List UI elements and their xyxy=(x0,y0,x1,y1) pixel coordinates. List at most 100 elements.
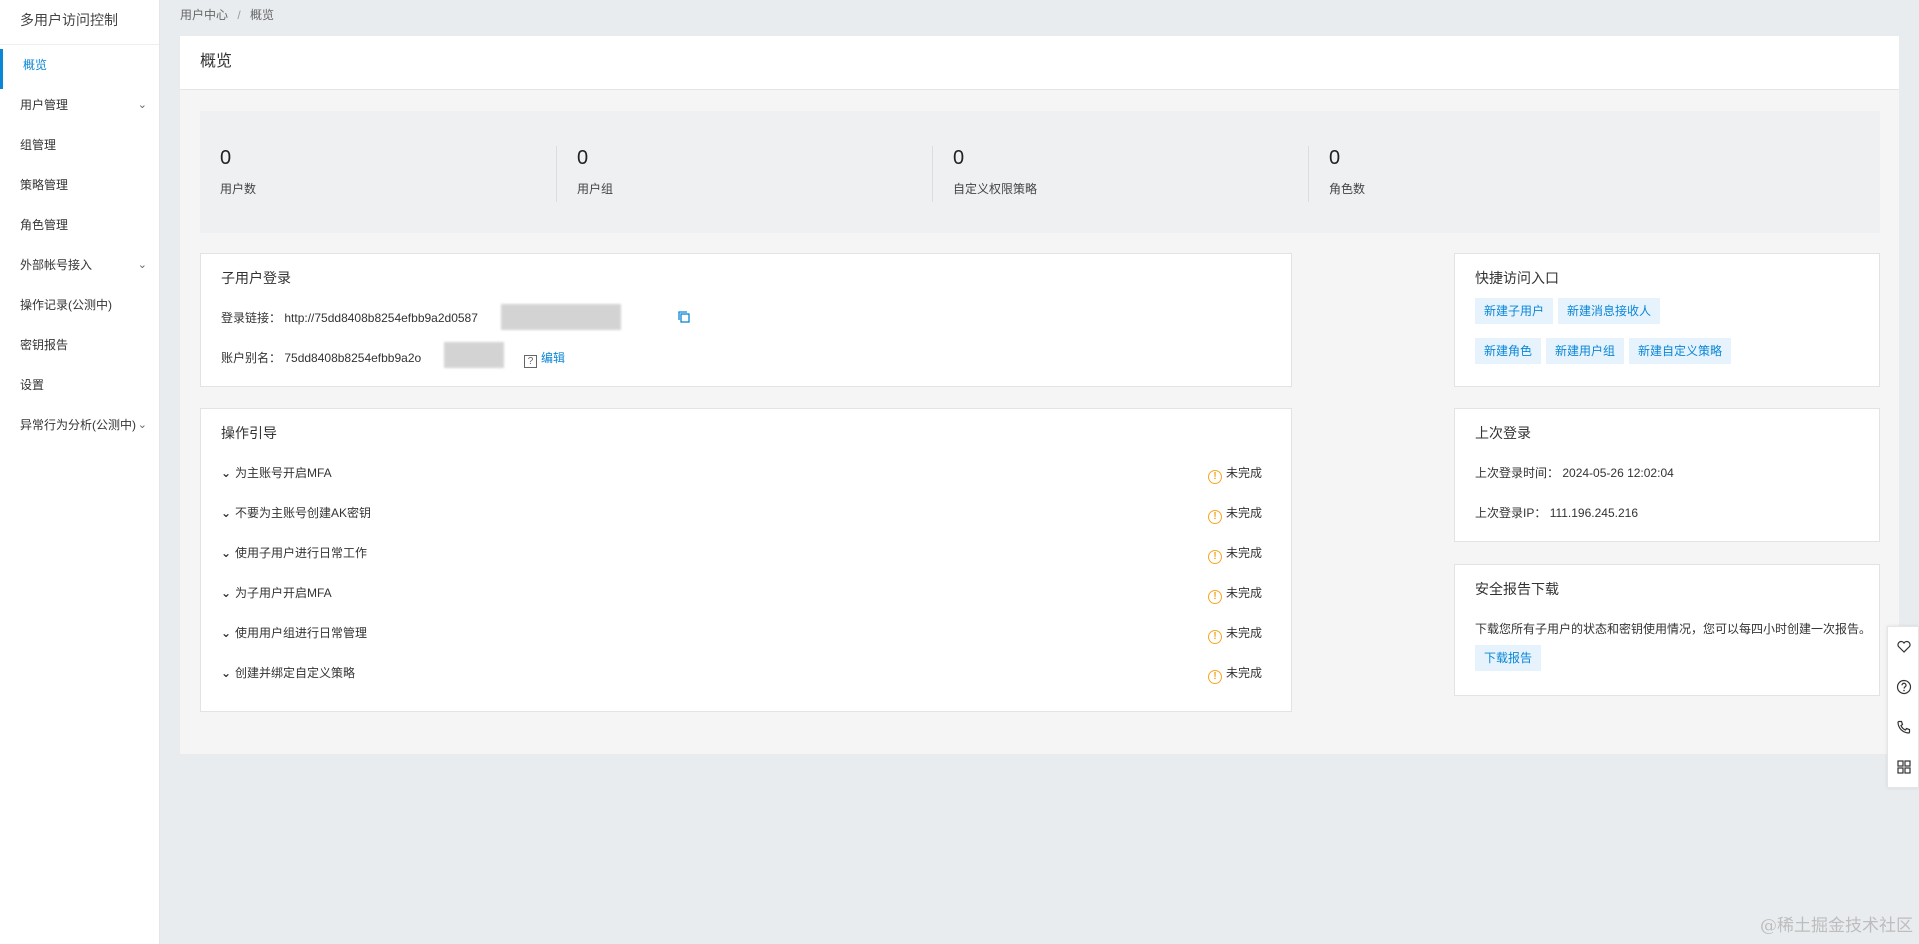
sidebar-item-group-management[interactable]: 组管理 xyxy=(0,125,159,165)
last-login-ip: 上次登录IP： 111.196.245.216 xyxy=(1475,504,1638,521)
download-report-button[interactable]: 下载报告 xyxy=(1475,645,1542,671)
guide-status-label: 未完成 xyxy=(1226,666,1263,680)
card-title: 子用户登录 xyxy=(221,270,291,286)
last-login-ip-label: 上次登录IP： xyxy=(1475,506,1547,520)
chevron-down-icon: ⌄ xyxy=(221,626,232,640)
security-report-card: 安全报告下载 下载您所有子用户的状态和密钥使用情况，您可以每四小时创建一次报告。… xyxy=(1454,564,1880,696)
floating-toolbar xyxy=(1887,626,1919,788)
login-link-value[interactable]: http://75dd8408b8254efbb9a2d0587 xyxy=(284,311,478,325)
breadcrumb-parent[interactable]: 用户中心 xyxy=(180,8,228,22)
copy-icon[interactable] xyxy=(677,310,691,324)
guide-status: ! 未完成 xyxy=(1208,544,1262,564)
guide-item[interactable]: ⌄ 使用子用户进行日常工作 xyxy=(221,544,367,561)
account-alias-label: 账户别名： xyxy=(221,351,282,365)
guide-status: ! 未完成 xyxy=(1208,664,1262,684)
last-login-time-value: 2024-05-26 12:02:04 xyxy=(1562,466,1674,480)
apps-button[interactable] xyxy=(1888,747,1919,787)
new-custom-policy-button[interactable]: 新建自定义策略 xyxy=(1629,338,1732,364)
sidebar-item-label: 设置 xyxy=(20,378,45,392)
new-role-button[interactable]: 新建角色 xyxy=(1475,338,1542,364)
feedback-button[interactable] xyxy=(1888,627,1919,667)
new-user-group-button[interactable]: 新建用户组 xyxy=(1546,338,1625,364)
guide-status-label: 未完成 xyxy=(1226,466,1263,480)
security-report-description: 下载您所有子用户的状态和密钥使用情况，您可以每四小时创建一次报告。 xyxy=(1475,622,1872,636)
warning-icon: ! xyxy=(1208,550,1222,564)
sidebar-item-operation-logs[interactable]: 操作记录(公测中) xyxy=(0,285,159,325)
guide-item[interactable]: ⌄ 为主账号开启MFA xyxy=(221,464,332,481)
question-icon xyxy=(1896,679,1912,695)
help-button[interactable] xyxy=(1888,667,1919,707)
guide-item[interactable]: ⌄ 不要为主账号创建AK密钥 xyxy=(221,504,371,521)
contact-button[interactable] xyxy=(1888,707,1919,747)
guide-item[interactable]: ⌄ 创建并绑定自定义策略 xyxy=(221,664,355,681)
card-title: 操作引导 xyxy=(221,425,277,441)
guide-item[interactable]: ⌄ 使用用户组进行日常管理 xyxy=(221,624,367,641)
sidebar-item-label: 角色管理 xyxy=(20,218,69,232)
sidebar-item-label: 组管理 xyxy=(20,138,57,152)
guide-status: ! 未完成 xyxy=(1208,624,1262,644)
guide-item[interactable]: ⌄ 为子用户开启MFA xyxy=(221,584,332,601)
stat-label: 自定义权限策略 xyxy=(953,182,1038,196)
card-title: 快捷访问入口 xyxy=(1475,270,1559,286)
sidebar-item-anomaly-analysis[interactable]: 异常行为分析(公测中) ⌄ xyxy=(0,405,159,445)
phone-icon xyxy=(1897,720,1911,734)
sidebar-item-settings[interactable]: 设置 xyxy=(0,365,159,405)
sidebar-item-key-report[interactable]: 密钥报告 xyxy=(0,325,159,365)
sidebar-item-label: 外部帐号接入 xyxy=(20,258,93,272)
stat-custom-policies: 0 自定义权限策略 xyxy=(932,146,1272,202)
stat-label: 角色数 xyxy=(1329,182,1366,196)
guide-status-label: 未完成 xyxy=(1226,506,1263,520)
guide-status: ! 未完成 xyxy=(1208,584,1262,604)
main-panel: 概览 0 用户数 0 用户组 0 自定义权限策略 0 角色数 子用户登录 登录链… xyxy=(180,36,1899,754)
breadcrumb-separator: / xyxy=(237,8,241,22)
stat-value: 0 xyxy=(220,147,232,169)
new-message-receiver-button[interactable]: 新建消息接收人 xyxy=(1558,298,1661,324)
breadcrumb: 用户中心 / 概览 xyxy=(180,6,274,23)
sidebar: 多用户访问控制 概览 用户管理 ⌄ 组管理 策略管理 角色管理 外部帐号接入 ⌄ 操… xyxy=(0,0,160,944)
chevron-down-icon: ⌄ xyxy=(221,586,232,600)
guide-item-label: 为子用户开启MFA xyxy=(235,586,332,600)
sidebar-item-role-management[interactable]: 角色管理 xyxy=(0,205,159,245)
chevron-down-icon: ⌄ xyxy=(137,419,147,431)
stat-value: 0 xyxy=(953,147,965,169)
guide-status-label: 未完成 xyxy=(1226,626,1263,640)
chevron-down-icon: ⌄ xyxy=(221,546,232,560)
guide-status-label: 未完成 xyxy=(1226,586,1263,600)
stat-label: 用户组 xyxy=(577,182,614,196)
login-link-label: 登录链接： xyxy=(221,311,282,325)
sidebar-item-external-accounts[interactable]: 外部帐号接入 ⌄ xyxy=(0,245,159,285)
card-title: 安全报告下载 xyxy=(1475,581,1559,597)
sidebar-item-user-management[interactable]: 用户管理 ⌄ xyxy=(0,85,159,125)
stat-users: 0 用户数 xyxy=(200,146,540,202)
alias-actions: ? 编辑 xyxy=(522,349,565,368)
sidebar-item-label: 操作记录(公测中) xyxy=(20,298,112,312)
guide-item-label: 使用子用户进行日常工作 xyxy=(235,546,368,560)
help-icon[interactable]: ? xyxy=(524,355,537,368)
sidebar-item-overview[interactable]: 概览 xyxy=(0,45,159,89)
heart-icon xyxy=(1897,640,1911,653)
stat-groups: 0 用户组 xyxy=(556,146,896,202)
chevron-down-icon: ⌄ xyxy=(137,99,147,111)
stat-value: 0 xyxy=(1329,147,1341,169)
chevron-down-icon: ⌄ xyxy=(221,466,232,480)
guide-status: ! 未完成 xyxy=(1208,504,1262,524)
sidebar-item-label: 策略管理 xyxy=(20,178,69,192)
chevron-down-icon: ⌄ xyxy=(221,666,232,680)
stat-label: 用户数 xyxy=(220,182,257,196)
sidebar-item-policy-management[interactable]: 策略管理 xyxy=(0,165,159,205)
quick-access-card: 快捷访问入口 新建子用户 新建消息接收人 新建角色 新建用户组 新建自定义策略 xyxy=(1454,253,1880,387)
new-sub-user-button[interactable]: 新建子用户 xyxy=(1475,298,1554,324)
edit-alias-link[interactable]: 编辑 xyxy=(541,351,565,365)
sidebar-title: 多用户访问控制 xyxy=(0,0,159,45)
redaction-blur xyxy=(444,342,504,368)
account-alias-value: 75dd8408b8254efbb9a2o xyxy=(284,351,422,365)
guide-item-label: 不要为主账号创建AK密钥 xyxy=(235,506,372,520)
grid-icon xyxy=(1897,760,1911,774)
card-title: 上次登录 xyxy=(1475,425,1531,441)
last-login-card: 上次登录 上次登录时间： 2024-05-26 12:02:04 上次登录IP：… xyxy=(1454,408,1880,542)
guide-item-label: 创建并绑定自定义策略 xyxy=(235,666,356,680)
guide-status-label: 未完成 xyxy=(1226,546,1263,560)
warning-icon: ! xyxy=(1208,670,1222,684)
chevron-down-icon: ⌄ xyxy=(137,259,147,271)
page-title: 概览 xyxy=(180,36,1899,90)
